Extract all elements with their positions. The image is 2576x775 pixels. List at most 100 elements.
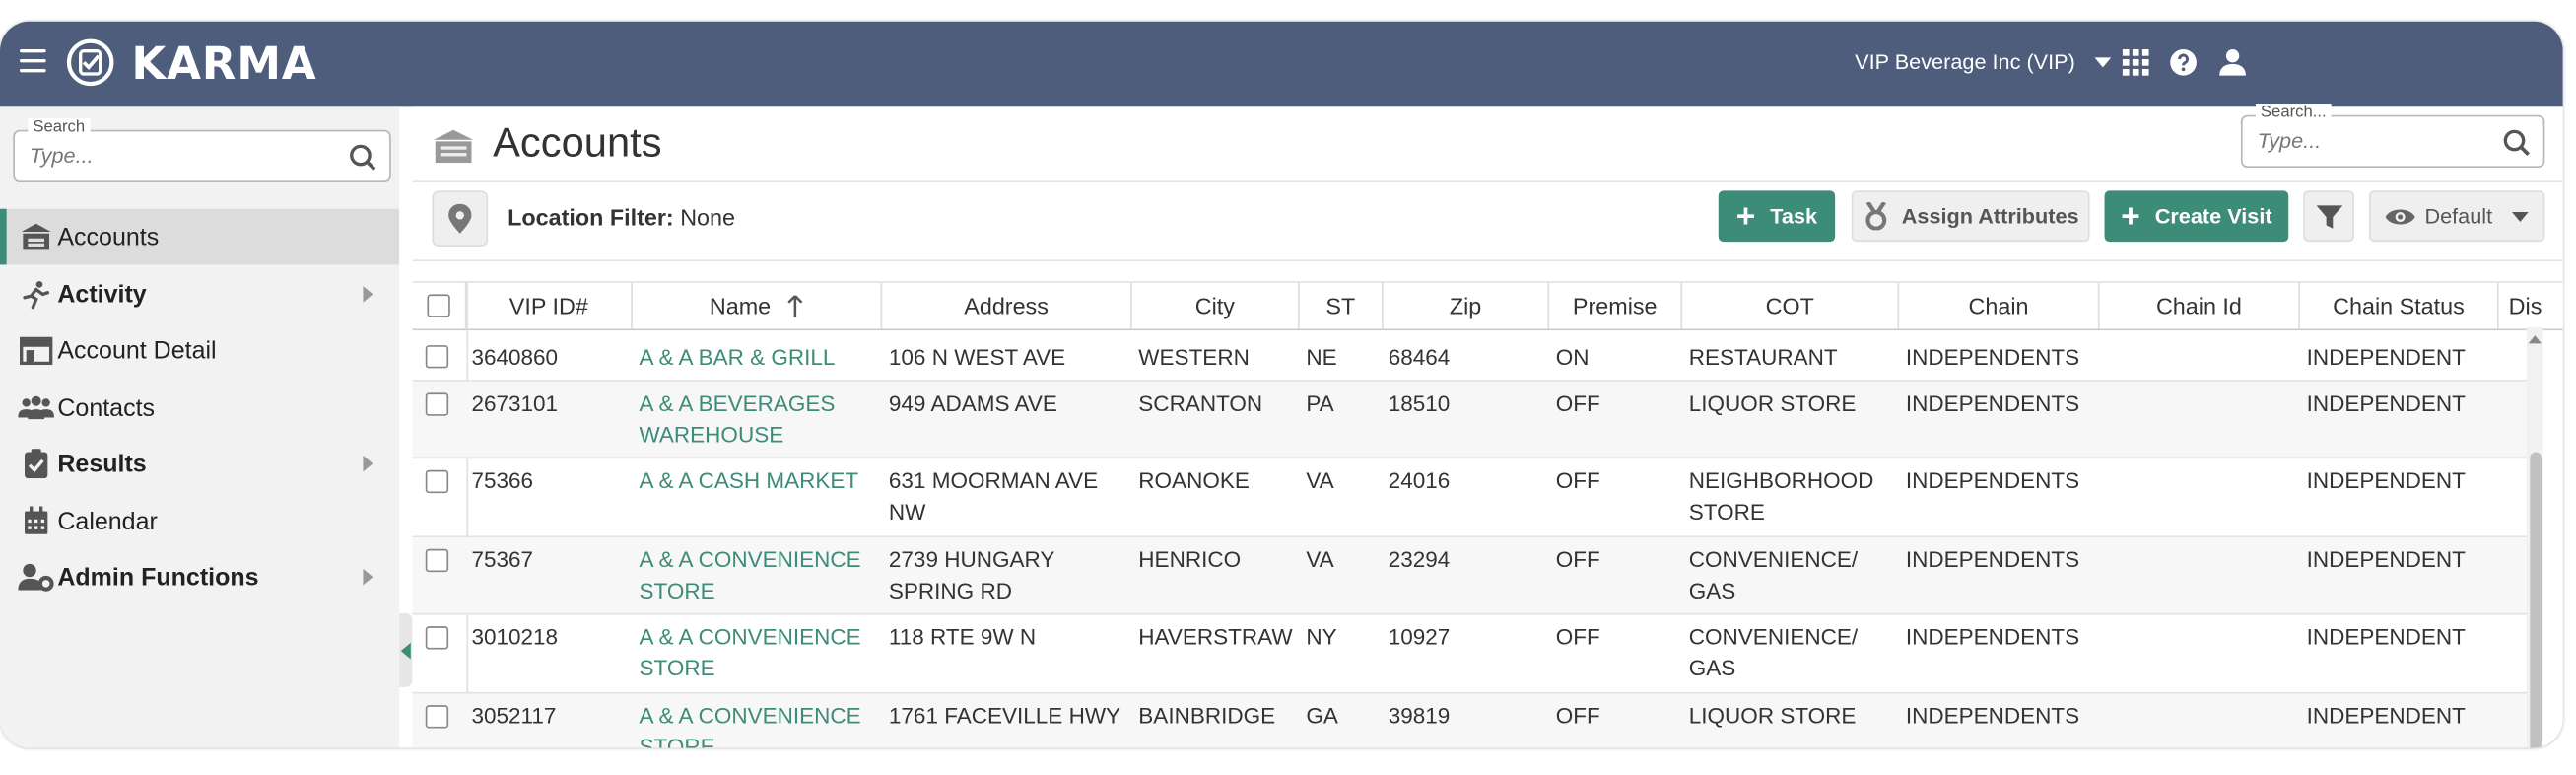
account-name-link[interactable]: A & A BAR & GRILL [640, 342, 869, 374]
user-gear-icon [18, 562, 54, 592]
account-name-link[interactable]: A & A CONVENIENCE STORE [640, 544, 869, 606]
cell-city: SCRANTON [1138, 390, 1263, 416]
table-row[interactable]: 3010218 A & A CONVENIENCE STORE 118 RTE … [412, 614, 2541, 694]
cell-chain: INDEPENDENTS [1905, 547, 2080, 573]
apps-grid-icon[interactable] [2121, 47, 2150, 77]
row-checkbox[interactable] [425, 469, 449, 494]
running-person-icon [18, 279, 54, 310]
main-content: Accounts Search... Type... Location Filt… [412, 104, 2563, 748]
sidebar-search-field[interactable]: Search Type... [13, 118, 391, 183]
cell-premise: ON [1555, 345, 1590, 371]
cell-zip: 23294 [1388, 547, 1451, 573]
cell-address: 949 ADAMS AVE [888, 390, 1057, 416]
column-header-city[interactable]: City [1132, 282, 1300, 329]
cell-address: 2739 HUNGARY SPRING RD [888, 547, 1054, 603]
sidebar-item-results[interactable]: Results [0, 436, 399, 492]
sidebar-item-contacts[interactable]: Contacts [0, 380, 399, 436]
column-header-chain[interactable]: Chain [1899, 282, 2100, 329]
column-header-chain-status[interactable]: Chain Status [2300, 282, 2499, 329]
row-checkbox[interactable] [425, 548, 449, 573]
view-selector-label: Default [2424, 203, 2493, 229]
location-filter-button[interactable] [432, 190, 489, 247]
column-header-dis[interactable]: Dis [2499, 283, 2563, 329]
cell-chain-status: INDEPENDENT [2306, 468, 2466, 494]
cell-address: 1761 FACEVILLE HWY [888, 703, 1121, 729]
select-all-cell [412, 282, 467, 329]
row-checkbox[interactable] [425, 345, 449, 369]
karma-logo-icon [66, 38, 114, 87]
cell-chain-status: INDEPENDENT [2306, 547, 2466, 573]
cell-cot: LIQUOR STORE [1688, 703, 1857, 729]
row-checkbox[interactable] [425, 626, 449, 650]
column-header-vip-id[interactable]: VIP ID# [466, 282, 633, 329]
app-logo-text: KARMA [131, 39, 317, 91]
column-header-address[interactable]: Address [882, 282, 1132, 329]
column-header-zip[interactable]: Zip [1384, 282, 1550, 329]
column-header-chain-id[interactable]: Chain Id [2100, 282, 2300, 329]
search-icon[interactable] [2502, 128, 2532, 158]
search-icon[interactable] [348, 143, 377, 173]
sidebar-item-admin-functions[interactable]: Admin Functions [0, 549, 399, 605]
add-task-button[interactable]: + Task [1718, 190, 1836, 243]
account-name-link[interactable]: A & A CONVENIENCE STORE [640, 621, 869, 683]
company-selector[interactable]: VIP Beverage Inc (VIP) [1855, 49, 2112, 75]
cell-cot: NEIGHBORHOOD STORE [1688, 468, 1874, 525]
cell-st: NY [1306, 624, 1337, 650]
sidebar-item-account-detail[interactable]: Account Detail [0, 322, 399, 379]
column-header-premise[interactable]: Premise [1549, 282, 1683, 329]
view-selector[interactable]: Default [2368, 190, 2545, 243]
cell-zip: 18510 [1388, 390, 1451, 416]
create-visit-button[interactable]: + Create Visit [2104, 190, 2289, 243]
cell-premise: OFF [1555, 703, 1600, 729]
sidebar-item-label: Contacts [57, 393, 156, 422]
select-all-checkbox[interactable] [427, 294, 450, 317]
column-header-st[interactable]: ST [1300, 282, 1384, 329]
cell-address: 118 RTE 9W N [888, 624, 1037, 650]
caret-down-icon [2512, 211, 2529, 222]
cell-st: VA [1306, 468, 1334, 494]
cell-vip-id: 75366 [471, 468, 534, 494]
chevron-right-icon [363, 455, 373, 472]
account-name-link[interactable]: A & A BEVERAGES WAREHOUSE [640, 388, 869, 450]
row-checkbox[interactable] [425, 392, 449, 416]
company-name: VIP Beverage Inc (VIP) [1855, 49, 2075, 75]
assign-attributes-button[interactable]: Assign Attributes [1851, 190, 2090, 243]
row-checkbox[interactable] [425, 705, 449, 729]
table-row[interactable]: 75366 A & A CASH MARKET 631 MOORMAN AVE … [412, 458, 2541, 538]
table-row[interactable]: 3052117 A & A CONVENIENCE STORE 1761 FAC… [412, 693, 2541, 748]
sidebar-item-label: Calendar [57, 507, 158, 535]
app-window: KARMA VIP Beverage Inc (VIP) Search Type… [0, 21, 2563, 748]
account-name-link[interactable]: A & A CASH MARKET [640, 465, 869, 497]
scrollbar-thumb[interactable] [2530, 452, 2542, 748]
cell-vip-id: 3010218 [471, 624, 559, 650]
sidebar-item-activity[interactable]: Activity [0, 266, 399, 322]
scroll-up-arrow-icon[interactable] [2528, 335, 2542, 344]
cell-zip: 10927 [1388, 624, 1451, 650]
help-icon[interactable] [2169, 47, 2199, 77]
user-profile-icon[interactable] [2218, 47, 2248, 77]
accounts-search-legend: Search... [2255, 104, 2332, 122]
cell-vip-id: 2673101 [471, 390, 559, 416]
storefront-icon [18, 335, 54, 366]
sidebar-item-accounts[interactable]: Accounts [0, 208, 400, 265]
sidebar-item-label: Admin Functions [57, 562, 259, 592]
cell-chain: INDEPENDENTS [1905, 703, 2080, 729]
caret-down-icon [2094, 56, 2112, 67]
column-header-name[interactable]: Name [633, 282, 883, 329]
table-row[interactable]: 2673101 A & A BEVERAGES WAREHOUSE 949 AD… [412, 381, 2541, 459]
accounts-search-field[interactable]: Search... Type... [2240, 104, 2545, 169]
filter-button[interactable] [2303, 190, 2354, 243]
calendar-icon [18, 506, 54, 535]
sidebar-collapse-handle[interactable] [399, 612, 413, 687]
menu-icon[interactable] [20, 49, 46, 76]
table-scrollbar[interactable] [2526, 326, 2543, 748]
account-name-link[interactable]: A & A CONVENIENCE STORE [640, 700, 869, 748]
cell-chain-status: INDEPENDENT [2306, 624, 2466, 650]
sidebar-item-calendar[interactable]: Calendar [0, 493, 399, 549]
cell-vip-id: 3052117 [471, 703, 557, 729]
cell-city: HENRICO [1138, 547, 1242, 573]
table-row[interactable]: 3640860 A & A BAR & GRILL 106 N WEST AVE… [412, 328, 2541, 382]
column-header-cot[interactable]: COT [1682, 282, 1900, 329]
table-row[interactable]: 75367 A & A CONVENIENCE STORE 2739 HUNGA… [412, 537, 2541, 615]
create-visit-label: Create Visit [2154, 203, 2272, 229]
